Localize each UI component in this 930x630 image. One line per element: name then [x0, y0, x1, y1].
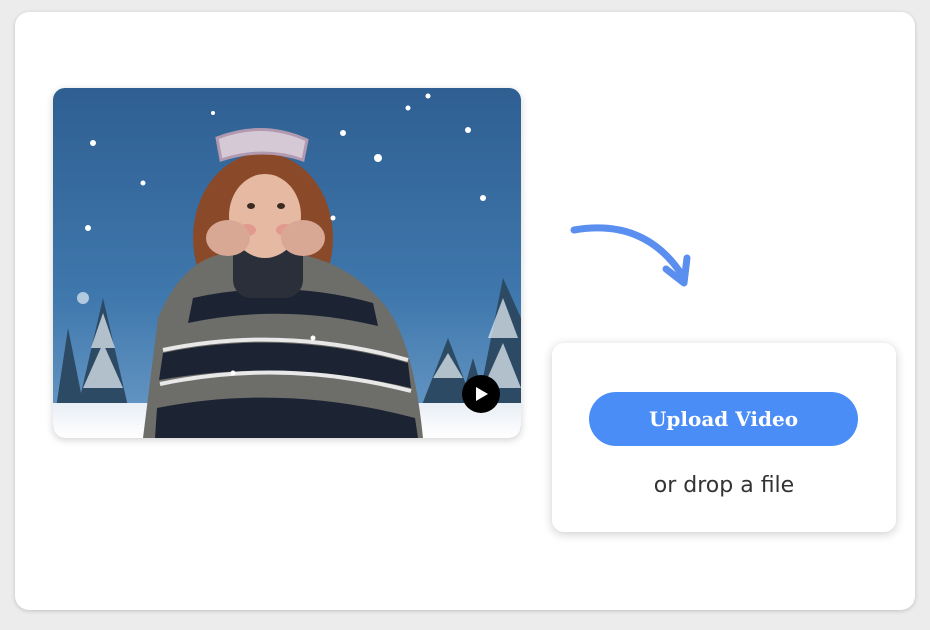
drop-file-hint: or drop a file — [653, 473, 795, 498]
play-button[interactable] — [462, 375, 500, 413]
upload-card: Upload Video or drop a file — [552, 343, 896, 532]
video-thumbnail[interactable] — [53, 88, 521, 438]
curved-arrow-icon — [570, 224, 691, 287]
upload-video-button[interactable]: Upload Video — [589, 392, 858, 446]
play-icon — [476, 387, 488, 401]
video-preview-image — [53, 88, 521, 438]
upload-panel: Upload Video or drop a file — [15, 12, 915, 610]
